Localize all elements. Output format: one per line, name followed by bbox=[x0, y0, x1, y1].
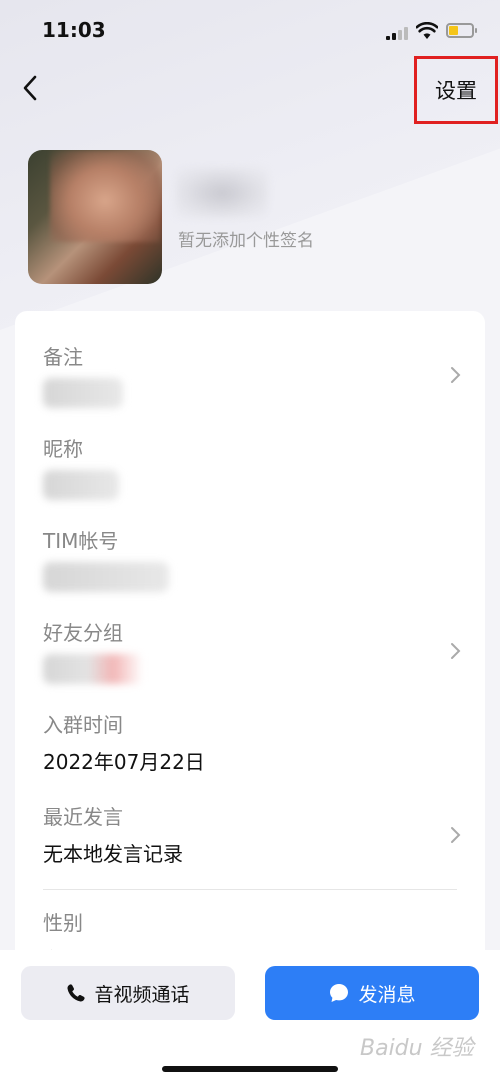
chat-bubble-icon bbox=[330, 984, 349, 1002]
send-message-button[interactable]: 发消息 bbox=[265, 966, 479, 1020]
field-label: 备注 bbox=[43, 345, 83, 369]
chevron-right-icon bbox=[451, 643, 461, 659]
field-join-time: 入群时间 2022年07月22日 bbox=[43, 709, 463, 774]
divider bbox=[43, 889, 457, 890]
nickname-blurred bbox=[176, 168, 268, 218]
field-label: 好友分组 bbox=[43, 621, 123, 645]
field-nickname: 昵称 bbox=[43, 433, 463, 500]
avatar-blur bbox=[50, 150, 160, 242]
field-label: 最近发言 bbox=[43, 805, 123, 829]
cellular-signal-icon bbox=[386, 26, 408, 40]
chevron-right-icon bbox=[451, 367, 461, 383]
send-message-label: 发消息 bbox=[358, 983, 416, 1006]
back-button[interactable] bbox=[14, 70, 46, 106]
av-call-label: 音视频通话 bbox=[94, 983, 190, 1006]
field-tim-account: TIM帐号 bbox=[43, 525, 463, 592]
signature-text: 暂无添加个性签名 bbox=[178, 231, 314, 251]
field-recent-speech[interactable]: 最近发言 无本地发言记录 bbox=[43, 801, 463, 866]
field-value-blurred bbox=[43, 378, 123, 408]
field-value: 无本地发言记录 bbox=[43, 842, 183, 866]
field-value-blurred bbox=[43, 470, 119, 500]
info-card: 备注 昵称 TIM帐号 好友分组 入群时间 2022年07月22日 最近发言 无… bbox=[15, 311, 485, 972]
avatar[interactable] bbox=[28, 150, 162, 284]
field-label: 性别 bbox=[43, 911, 83, 935]
status-time: 11:03 bbox=[42, 18, 106, 42]
phone-icon bbox=[67, 984, 86, 1002]
wifi-icon bbox=[416, 22, 438, 39]
field-value: 2022年07月22日 bbox=[43, 750, 205, 774]
status-bar: 11:03 bbox=[0, 0, 500, 62]
field-label: TIM帐号 bbox=[43, 529, 119, 553]
watermark-logo: Baidu 经验 bbox=[360, 1036, 474, 1061]
field-value-blurred bbox=[43, 654, 143, 684]
chevron-right-icon bbox=[451, 827, 461, 843]
home-indicator bbox=[162, 1066, 338, 1072]
settings-button[interactable]: 设置 bbox=[414, 56, 498, 124]
field-value-blurred bbox=[43, 562, 169, 592]
chevron-left-icon bbox=[23, 75, 37, 101]
field-friend-group[interactable]: 好友分组 bbox=[43, 617, 463, 684]
av-call-button[interactable]: 音视频通话 bbox=[21, 966, 235, 1020]
bottom-action-bar: 音视频通话 发消息 bbox=[0, 950, 500, 1083]
field-remark[interactable]: 备注 bbox=[43, 341, 463, 408]
field-label: 昵称 bbox=[43, 437, 83, 461]
battery-icon bbox=[446, 23, 477, 38]
field-label: 入群时间 bbox=[43, 713, 123, 737]
